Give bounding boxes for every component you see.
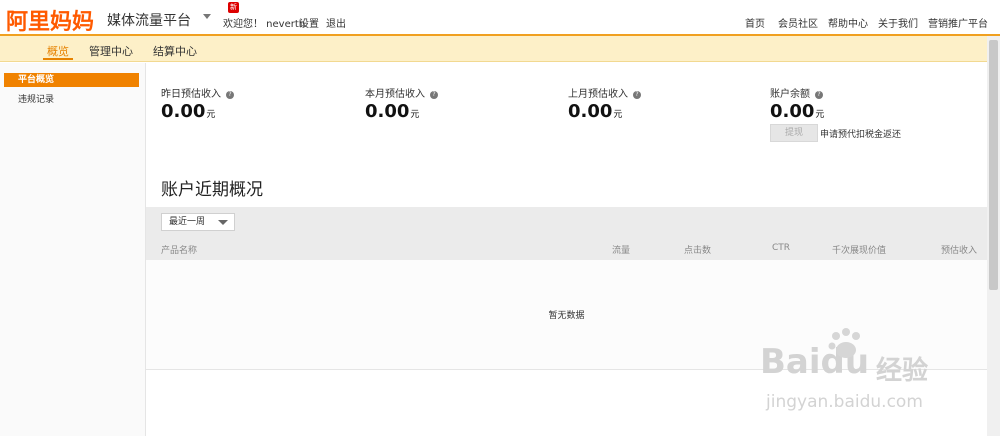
empty-state: 暂无数据 [548,311,585,321]
help-icon[interactable]: ? [430,91,438,99]
tab-management[interactable]: 管理中心 [89,43,133,59]
stat-value-balance: 0.00元 [770,101,825,122]
help-icon[interactable]: ? [815,91,823,99]
stat-value-this-month: 0.00元 [365,101,420,122]
help-icon[interactable]: ? [226,91,234,99]
page-scrollbar[interactable] [987,36,1000,436]
platform-name[interactable]: 媒体流量平台 [107,10,191,30]
col-product-name: 产品名称 [161,246,198,256]
new-badge: 新 [228,2,239,13]
top-link-community[interactable]: 会员社区 [778,15,818,30]
sidebar: 平台概览 违规记录 [0,63,146,436]
stat-label-balance: 账户余额? [770,85,823,100]
filter-bar: 最近一周 产品名称 流量 点击数 CTR 千次展现价值 预估收入 [146,207,987,260]
welcome-text: 欢迎您！ neverth [223,19,306,30]
period-select-value: 最近一周 [169,217,206,227]
top-link-about[interactable]: 关于我们 [878,15,918,30]
settings-link[interactable]: 设置 [299,15,319,30]
period-select[interactable]: 最近一周 [161,213,235,231]
alimama-logo[interactable]: 阿里妈妈 [6,4,94,36]
chevron-down-icon [218,220,228,225]
col-clicks: 点击数 [684,246,712,256]
tab-overview[interactable]: 概览 [47,43,69,59]
stat-value-last-month: 0.00元 [568,101,623,122]
stat-label-last-month: 上月预估收入? [568,85,641,100]
active-tab-indicator [43,58,73,60]
sidebar-item-overview[interactable]: 平台概览 [4,73,139,87]
stat-label-this-month: 本月预估收入? [365,85,438,100]
col-est-income: 预估收入 [941,246,978,256]
logout-link[interactable]: 退出 [326,15,346,30]
sidebar-item-violations[interactable]: 违规记录 [4,93,139,107]
col-ctr: CTR [772,243,791,253]
recent-overview-title: 账户近期概况 [161,180,263,200]
top-bar: 阿里妈妈 媒体流量平台 新 欢迎您！ neverth 设置 退出 首页 会员社区… [0,0,1000,36]
watermark-url: jingyan.baidu.com [766,392,923,412]
tax-refund-link[interactable]: 申请预代扣税金返还 [820,127,901,140]
top-link-help[interactable]: 帮助中心 [828,15,868,30]
stat-value-yesterday: 0.00元 [161,101,216,122]
help-icon[interactable]: ? [633,91,641,99]
scrollbar-thumb[interactable] [989,40,998,290]
paw-icon [828,328,860,358]
tab-settlement[interactable]: 结算中心 [153,43,197,59]
platform-dropdown-icon[interactable] [203,14,211,19]
top-link-home[interactable]: 首页 [745,15,765,30]
top-link-marketing[interactable]: 营销推广平台 [928,15,988,30]
col-traffic: 流量 [612,246,631,256]
col-rpm: 千次展现价值 [832,246,887,256]
withdraw-button[interactable]: 提现 [770,124,818,142]
watermark-cn: 经验 [876,356,929,386]
main-nav: 概览 管理中心 结算中心 [0,36,1000,62]
stat-label-yesterday: 昨日预估收入? [161,85,234,100]
